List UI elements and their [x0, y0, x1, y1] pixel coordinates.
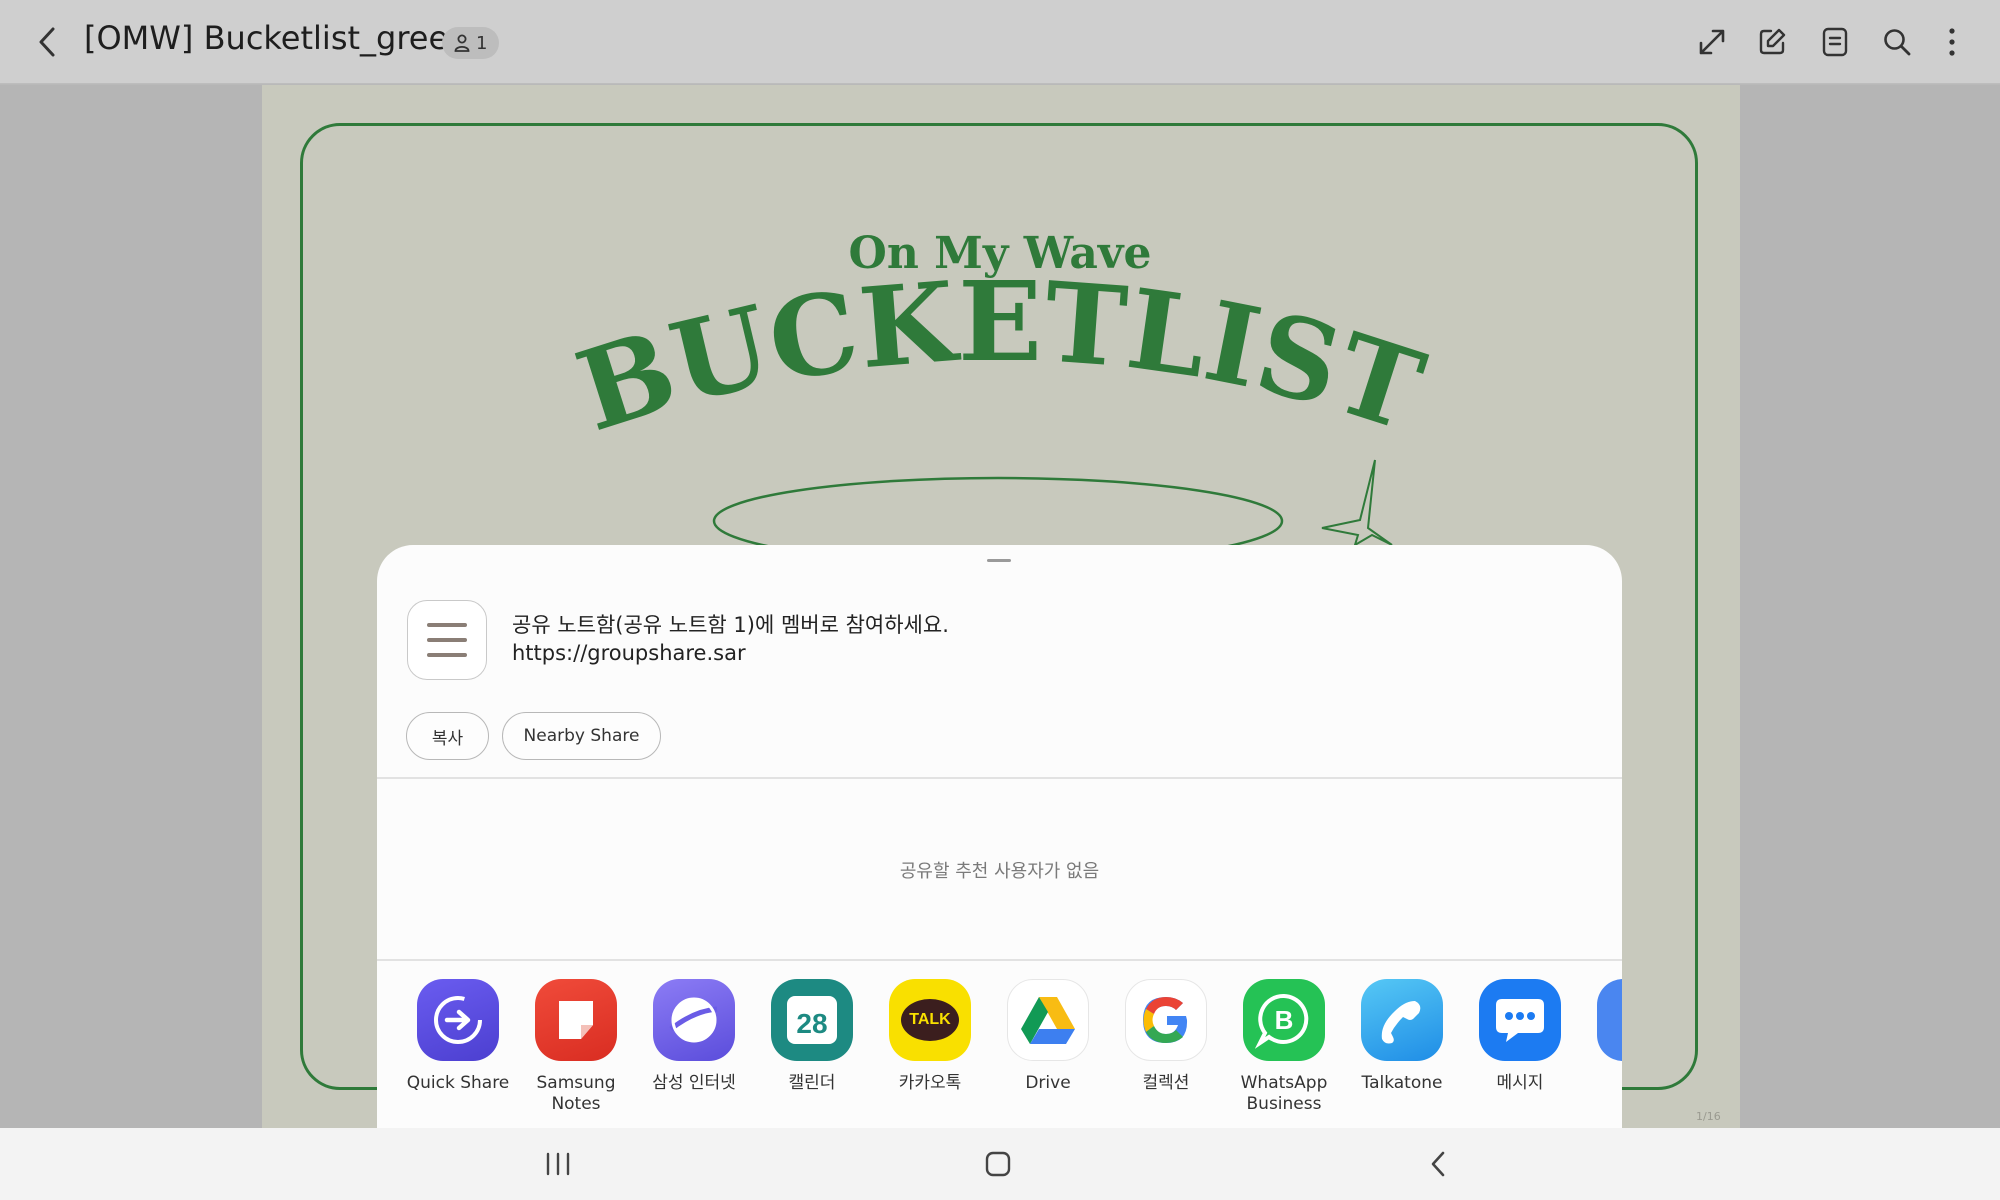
- home-button[interactable]: [968, 1142, 1028, 1186]
- app-label: 블: [1583, 1073, 1622, 1094]
- samsung-internet-icon: [653, 979, 735, 1061]
- share-sheet: 공유 노트함(공유 노트함 1)에 멤버로 참여하세요. https://gro…: [377, 545, 1622, 1128]
- page-headline: BUCKETLIST: [563, 257, 1437, 456]
- app-messages[interactable]: 메시지: [1465, 979, 1575, 1094]
- divider: [377, 777, 1622, 779]
- messages-icon: [1479, 979, 1561, 1061]
- share-preview-thumbnail: [407, 600, 487, 680]
- app-whatsapp-business[interactable]: B WhatsApp Business: [1229, 979, 1339, 1115]
- kakaotalk-icon: TALK: [889, 979, 971, 1061]
- share-link: https://groupshare.sar: [512, 641, 746, 665]
- kakaotalk-bubble: TALK: [901, 999, 959, 1041]
- app-quick-share[interactable]: Quick Share: [403, 979, 513, 1094]
- app-calendar[interactable]: 28 캘린더: [757, 979, 867, 1094]
- quick-share-icon: [417, 979, 499, 1061]
- app-label: Talkatone: [1361, 1073, 1443, 1093]
- app-partial[interactable]: 블: [1583, 979, 1622, 1094]
- nearby-share-button[interactable]: Nearby Share: [502, 712, 661, 760]
- page-counter: 1/16: [1696, 1110, 1721, 1123]
- app-kakaotalk[interactable]: TALK 카카오톡: [875, 979, 985, 1094]
- app-label: Quick Share: [406, 1073, 510, 1093]
- copy-button[interactable]: 복사: [406, 712, 489, 760]
- recent-apps-icon: [546, 1152, 570, 1176]
- app-label: 캘린더: [788, 1073, 836, 1093]
- app-label: 카카오톡: [898, 1073, 962, 1093]
- app-samsung-notes[interactable]: Samsung Notes: [521, 979, 631, 1115]
- system-navigation-bar: [0, 1128, 2000, 1200]
- no-suggestions-text: 공유할 추천 사용자가 없음: [899, 861, 1100, 882]
- app-label: Drive: [1025, 1073, 1071, 1093]
- app-talkatone[interactable]: Talkatone: [1347, 979, 1457, 1094]
- calendar-icon: 28: [771, 979, 853, 1061]
- calendar-date: 28: [787, 996, 837, 1044]
- app-label: WhatsApp Business: [1240, 1073, 1328, 1114]
- app-label: 컬렉션: [1142, 1073, 1190, 1093]
- google-drive-icon: [1007, 979, 1089, 1061]
- drag-handle[interactable]: [987, 559, 1011, 562]
- whatsapp-business-icon: B: [1243, 979, 1325, 1061]
- share-message-text: 공유 노트함(공유 노트함 1)에 멤버로 참여하세요.: [512, 613, 949, 637]
- menu-lines-icon: [427, 623, 467, 657]
- talkatone-icon: [1361, 979, 1443, 1061]
- svg-text:B: B: [1275, 1005, 1294, 1035]
- headline-graphic: BUCKETLIST: [563, 257, 1437, 560]
- partial-app-icon: [1597, 979, 1622, 1061]
- home-icon: [985, 1151, 1011, 1177]
- app-drive[interactable]: Drive: [993, 979, 1103, 1094]
- google-collections-icon: [1125, 979, 1207, 1061]
- divider: [377, 959, 1622, 961]
- back-nav-icon: [1431, 1151, 1445, 1177]
- share-message: 공유 노트함(공유 노트함 1)에 멤버로 참여하세요. https://gro…: [512, 611, 949, 667]
- app-collections[interactable]: 컬렉션: [1111, 979, 1221, 1094]
- app-label: 메시지: [1496, 1073, 1544, 1093]
- app-samsung-internet[interactable]: 삼성 인터넷: [639, 979, 749, 1094]
- app-label: 삼성 인터넷: [652, 1073, 736, 1093]
- samsung-notes-icon: [535, 979, 617, 1061]
- recent-apps-button[interactable]: [528, 1142, 588, 1186]
- app-label: Samsung Notes: [536, 1073, 616, 1114]
- back-nav-button[interactable]: [1408, 1142, 1468, 1186]
- sparkle-decoration: [1321, 459, 1393, 548]
